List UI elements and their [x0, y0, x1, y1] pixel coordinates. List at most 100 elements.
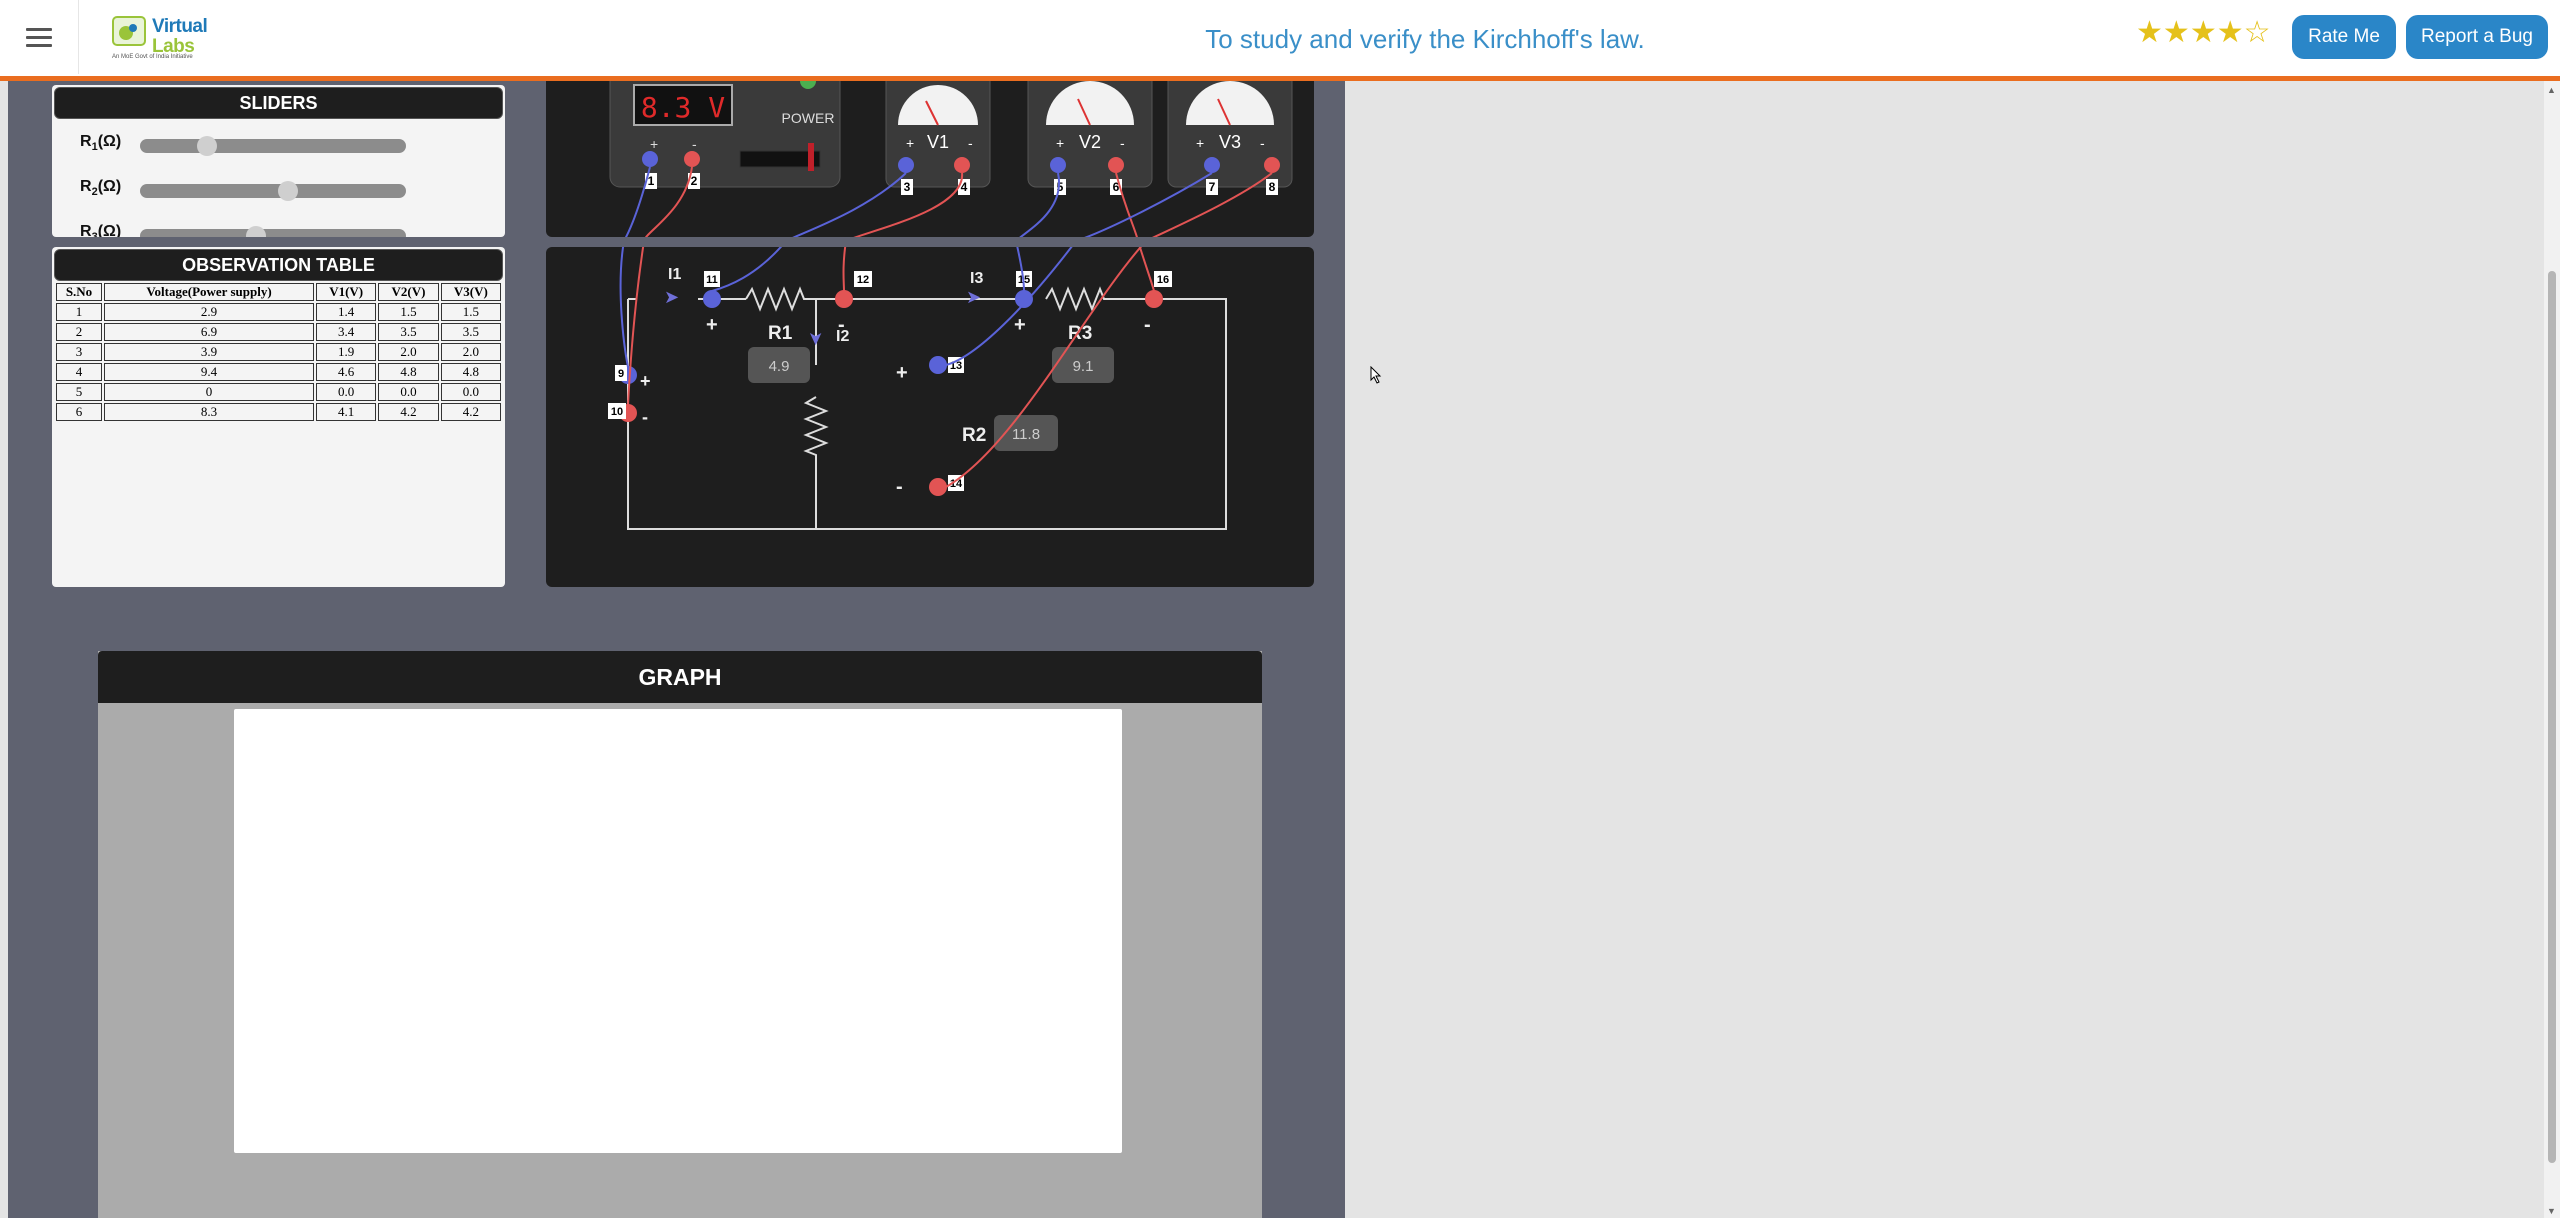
table-cell: 1.5 [440, 303, 501, 321]
table-cell: 4.2 [378, 403, 439, 421]
terminal-2[interactable] [684, 151, 700, 167]
terminal-6[interactable] [1108, 157, 1124, 173]
slider-r1: R1(Ω) [80, 129, 480, 159]
power-switch[interactable] [808, 143, 814, 171]
table-cell: 2.9 [104, 303, 314, 321]
table-row: 6 8.3 4.1 4.2 4.2 [56, 403, 501, 421]
column-header-v3: V3(V) [440, 283, 501, 301]
node-16[interactable] [1145, 290, 1163, 308]
table-cell: 6 [56, 403, 102, 421]
terminal-4[interactable] [954, 157, 970, 173]
terminal-1[interactable] [642, 151, 658, 167]
apparatus-panel: 8.3 V POWER + - V1 + - V2 + - V3 + - 1 2… [546, 81, 1314, 237]
mouse-cursor-icon [1370, 366, 1382, 384]
sliders-panel: SLIDERS R1(Ω) R2(Ω) R3(Ω) [52, 85, 505, 237]
resistor-r1-label: R1 [768, 323, 793, 344]
terminal-5[interactable] [1050, 157, 1066, 173]
terminal-label-3: 3 [904, 180, 911, 194]
svg-text:+: + [906, 135, 914, 151]
table-cell: 6.9 [104, 323, 314, 341]
star-filled-icon[interactable]: ★ [2190, 16, 2217, 49]
table-cell: 8.3 [104, 403, 314, 421]
terminal-7[interactable] [1204, 157, 1220, 173]
top-header: Virtual Labs An MoE Govt of India Initia… [0, 0, 2560, 81]
graph-section: GRAPH [98, 651, 1262, 1218]
svg-text:+: + [1056, 135, 1064, 151]
resistor-r3-value: 9.1 [1073, 358, 1094, 375]
svg-text:+: + [1014, 314, 1026, 336]
svg-text:-: - [642, 407, 648, 427]
star-filled-icon[interactable]: ★ [2163, 16, 2190, 49]
hamburger-menu-button[interactable] [0, 0, 79, 74]
node-label-10: 10 [611, 406, 623, 418]
slider-r3-label: R3(Ω) [80, 223, 122, 237]
current-label-i1: I1 [668, 266, 681, 283]
column-header-v1: V1(V) [316, 283, 377, 301]
logo-flask-icon [112, 16, 146, 46]
resistor-r1 [745, 286, 836, 312]
sliders-title: SLIDERS [54, 87, 503, 119]
svg-text:+: + [640, 371, 651, 391]
resistor-r2-value: 11.8 [1012, 426, 1040, 443]
slider-r2-thumb[interactable] [278, 181, 298, 201]
observation-table-body: 1 2.9 1.4 1.5 1.5 2 6.9 3.4 3.5 3.5 3 3.9 1.9 2.0 2.0 4… [56, 303, 501, 421]
table-row: 1 2.9 1.4 1.5 1.5 [56, 303, 501, 321]
scrollbar-thumb[interactable] [2548, 271, 2556, 1163]
report-bug-button[interactable]: Report a Bug [2406, 15, 2548, 59]
star-filled-icon[interactable]: ★ [2136, 16, 2163, 49]
table-cell: 4 [56, 363, 102, 381]
observation-title: OBSERVATION TABLE [54, 249, 503, 281]
svg-text:-: - [896, 476, 903, 498]
svg-text:-: - [838, 314, 845, 336]
terminal-8[interactable] [1264, 157, 1280, 173]
table-row: 5 0 0.0 0.0 0.0 [56, 383, 501, 401]
column-header-voltage: Voltage(Power supply) [104, 283, 314, 301]
power-display: 8.3 V [641, 91, 725, 124]
table-cell: 3.5 [378, 323, 439, 341]
scroll-up-arrow-icon[interactable]: ▲ [2547, 85, 2556, 95]
slider-r2: R2(Ω) [80, 174, 480, 204]
slider-r1-thumb[interactable] [197, 136, 217, 156]
table-cell: 9.4 [104, 363, 314, 381]
table-cell: 3 [56, 343, 102, 361]
simulation-area: SLIDERS R1(Ω) R2(Ω) R3(Ω) OBSERVATION TA… [8, 81, 1345, 1218]
svg-text:+: + [650, 136, 658, 152]
svg-text:+: + [1196, 135, 1204, 151]
table-cell: 5 [56, 383, 102, 401]
slider-r2-label: R2(Ω) [80, 178, 122, 199]
star-empty-icon[interactable]: ☆ [2244, 16, 2271, 49]
node-11[interactable] [703, 290, 721, 308]
table-cell: 2 [56, 323, 102, 341]
column-header-v2: V2(V) [378, 283, 439, 301]
current-arrow-i1-icon: ➤ [664, 287, 679, 307]
voltmeter-v1-label: V1 [927, 132, 949, 152]
current-arrow-i3-icon: ➤ [966, 287, 981, 307]
node-12[interactable] [835, 290, 853, 308]
resistor-r2-label: R2 [962, 425, 986, 446]
current-label-i3: I3 [970, 270, 983, 287]
menu-icon [26, 23, 52, 52]
star-filled-icon[interactable]: ★ [2217, 16, 2244, 49]
table-cell: 3.9 [104, 343, 314, 361]
page-scrollbar[interactable]: ▲ ▼ [2544, 81, 2560, 1218]
table-cell: 4.2 [440, 403, 501, 421]
table-cell: 0.0 [316, 383, 377, 401]
circuit-diagram: ➤ ➤ ➤ I1 I3 I2 R1 R3 R2 + - + - + - + - … [546, 247, 1314, 587]
rate-me-button[interactable]: Rate Me [2292, 15, 2396, 59]
node-label-16: 16 [1157, 274, 1169, 286]
slider-r3-track[interactable] [140, 226, 406, 237]
node-14[interactable] [929, 478, 947, 496]
current-arrow-i2-icon: ➤ [806, 331, 826, 346]
slider-r3-thumb[interactable] [246, 226, 266, 237]
node-15[interactable] [1015, 290, 1033, 308]
scroll-down-arrow-icon[interactable]: ▼ [2547, 1206, 2556, 1216]
circuit-nodes: 9 10 11 12 13 14 15 16 [608, 271, 1172, 496]
star-rating[interactable]: ★★★★☆ [2136, 15, 2271, 50]
virtual-labs-logo[interactable]: Virtual Labs An MoE Govt of India Initia… [108, 10, 208, 64]
graph-canvas [234, 709, 1122, 1153]
slider-r2-track[interactable] [140, 181, 406, 201]
slider-r1-track[interactable] [140, 136, 406, 156]
node-13[interactable] [929, 356, 947, 374]
terminal-3[interactable] [898, 157, 914, 173]
table-cell: 4.8 [378, 363, 439, 381]
